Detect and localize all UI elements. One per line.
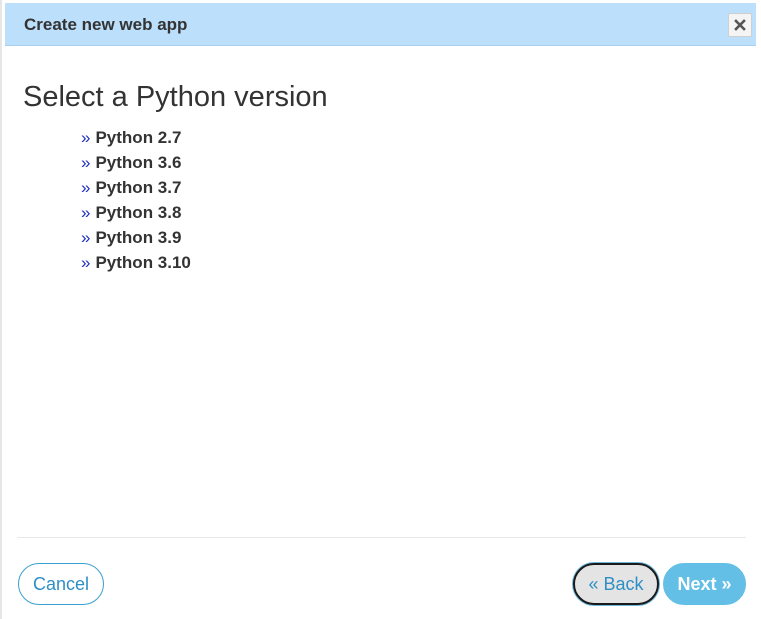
python-3-9-link[interactable]: Python 3.9 (95, 228, 181, 247)
python-3-6-link[interactable]: Python 3.6 (95, 153, 181, 172)
bullet-raquo-icon: » (81, 203, 91, 222)
python-3-8-link[interactable]: Python 3.8 (95, 203, 181, 222)
python-version-list: » Python 2.7 » Python 3.6 » Python 3.7 » Pyt… (81, 128, 191, 278)
python-3-7-link[interactable]: Python 3.7 (95, 178, 181, 197)
create-web-app-dialog: Create new web app Select a Python versi… (0, 0, 761, 619)
list-item-python-3-10: » Python 3.10 (81, 253, 191, 278)
cancel-button[interactable]: Cancel (18, 563, 104, 605)
list-item-python-3-7: » Python 3.7 (81, 178, 191, 203)
list-item-python-3-8: » Python 3.8 (81, 203, 191, 228)
close-button[interactable] (728, 13, 752, 37)
python-2-7-link[interactable]: Python 2.7 (95, 128, 181, 147)
bullet-raquo-icon: » (81, 253, 91, 272)
back-button[interactable]: « Back (573, 563, 659, 605)
bullet-raquo-icon: » (81, 178, 91, 197)
next-button[interactable]: Next » (663, 563, 746, 605)
python-3-10-link[interactable]: Python 3.10 (95, 253, 190, 272)
dialog-titlebar: Create new web app (5, 3, 756, 46)
close-x-icon (734, 19, 746, 31)
dialog-left-border (0, 0, 2, 619)
bullet-raquo-icon: » (81, 153, 91, 172)
bullet-raquo-icon: » (81, 228, 91, 247)
dialog-title: Create new web app (24, 15, 188, 34)
list-item-python-3-9: » Python 3.9 (81, 228, 191, 253)
list-item-python-3-6: » Python 3.6 (81, 153, 191, 178)
page-title: Select a Python version (23, 81, 328, 113)
footer-divider (17, 537, 746, 538)
bullet-raquo-icon: » (81, 128, 91, 147)
list-item-python-2-7: » Python 2.7 (81, 128, 191, 153)
